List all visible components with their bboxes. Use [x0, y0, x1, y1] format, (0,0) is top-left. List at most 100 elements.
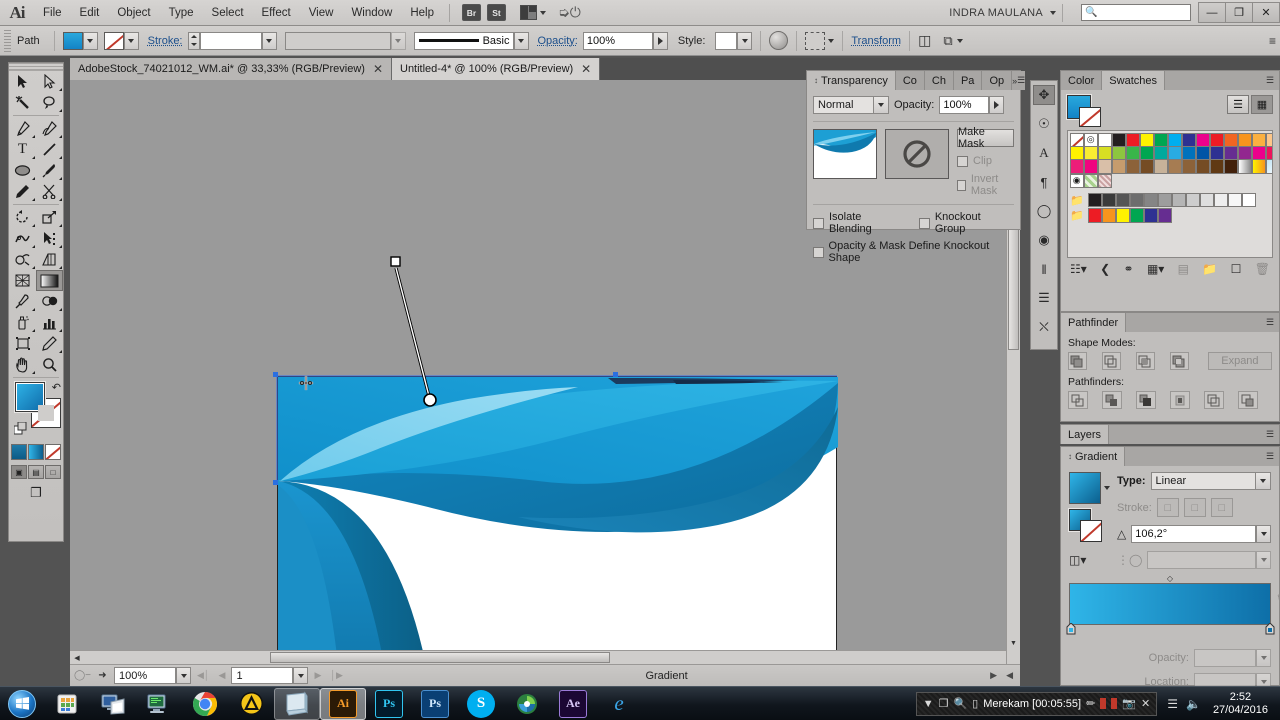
swatch-color[interactable]	[1139, 132, 1154, 147]
swatch-color[interactable]	[1167, 145, 1182, 161]
swatch-gradient[interactable]	[1251, 159, 1266, 174]
list-view-icon[interactable]: ☰	[1227, 95, 1249, 114]
knockout-group-checkbox[interactable]	[918, 217, 930, 229]
volume-icon[interactable]: 🔈	[1182, 697, 1205, 711]
swatch-bright[interactable]	[1143, 208, 1158, 223]
tab-color-guide[interactable]: Ch	[924, 71, 954, 90]
gradient-slider[interactable]: ◇ 🗑	[1066, 574, 1280, 635]
network-icon[interactable]: ☰	[1163, 697, 1182, 711]
stroke-label[interactable]: Stroke:	[148, 35, 183, 47]
next-artboard-button[interactable]: ▶	[311, 670, 324, 681]
tool-selection[interactable]	[9, 71, 36, 92]
swatch-bright[interactable]	[1115, 208, 1130, 223]
swatch-registration[interactable]: ◎	[1083, 132, 1098, 147]
gradient-aspect-control[interactable]	[1147, 551, 1271, 569]
swatch-options-icon[interactable]: ▦▾	[1147, 262, 1164, 276]
swatch-color[interactable]	[1195, 159, 1210, 174]
opacity-control[interactable]: 100%	[582, 31, 668, 50]
knockout-shape-checkbox[interactable]	[813, 246, 824, 258]
artboard-number-control[interactable]: 1	[231, 667, 309, 684]
start-button[interactable]	[0, 688, 44, 720]
fill-swatch[interactable]	[62, 31, 83, 50]
aspect-dropdown[interactable]	[1256, 551, 1271, 569]
document-tab-untitled-4[interactable]: Untitled-4* @ 100% (RGB/Preview) ✕	[392, 58, 601, 80]
tool-eyedropper[interactable]	[9, 291, 36, 312]
bridge-button[interactable]: Br	[462, 4, 481, 21]
stroke-swatch[interactable]	[1079, 107, 1101, 127]
color-button[interactable]	[11, 444, 27, 460]
grid-view-icon[interactable]: ▦	[1251, 95, 1273, 114]
stroke-weight-stepper[interactable]	[187, 31, 200, 50]
taskbar-item-skype[interactable]: S	[458, 688, 504, 720]
align-icon[interactable]: ‖	[1033, 259, 1055, 279]
swatch-color[interactable]	[1181, 159, 1196, 174]
angle-dropdown[interactable]	[1256, 525, 1271, 543]
isolate-blending-checkbox[interactable]	[813, 217, 824, 229]
gradient-opacity-field[interactable]	[1194, 649, 1256, 667]
swatch-gray[interactable]	[1213, 193, 1228, 208]
trim-button[interactable]	[1102, 391, 1122, 409]
brush-definition-control[interactable]: Basic	[413, 31, 529, 50]
merge-button[interactable]	[1136, 391, 1156, 409]
stroke-profile-control[interactable]	[284, 31, 406, 50]
swatch-gray[interactable]	[1157, 193, 1172, 208]
delete-stop-icon[interactable]: 🗑	[1276, 593, 1280, 607]
swatch-color[interactable]	[1111, 145, 1126, 161]
tool-line-segment[interactable]	[36, 139, 63, 160]
graphic-style-swatch[interactable]	[715, 31, 738, 50]
swatch-color[interactable]	[1069, 145, 1084, 161]
taskbar-item-chrome[interactable]	[182, 688, 228, 720]
swatch-color[interactable]	[1265, 132, 1272, 147]
gradient-midpoint-handle[interactable]: ◇	[1167, 574, 1173, 583]
menu-view[interactable]: View	[300, 0, 343, 26]
taskbar-clock[interactable]: 2:52 27/04/2016	[1205, 691, 1276, 717]
brushes-icon[interactable]: ✥	[1033, 85, 1055, 105]
select-similar-icon[interactable]	[805, 31, 826, 50]
panel-options-menu-icon[interactable]: ☰	[1261, 313, 1279, 332]
swatch-color[interactable]	[1097, 145, 1112, 161]
anchor-point[interactable]	[273, 480, 278, 485]
taskbar-item-explorer[interactable]	[90, 688, 136, 720]
swatch-color[interactable]	[1097, 159, 1112, 174]
taskbar-item-photoshop[interactable]: Ps	[366, 688, 412, 720]
invert-mask-checkbox[interactable]	[957, 179, 966, 191]
swatch-black[interactable]	[1111, 132, 1126, 147]
opacity-field[interactable]: 100%	[582, 31, 653, 50]
menu-type[interactable]: Type	[160, 0, 203, 26]
new-color-group-icon[interactable]: 📁	[1202, 262, 1217, 276]
artboards-icon[interactable]: ⛌	[1033, 317, 1055, 337]
scroll-down-icon[interactable]: ▼	[1007, 636, 1020, 650]
tool-gradient[interactable]	[36, 270, 63, 291]
swatch-color[interactable]	[1167, 132, 1182, 147]
swatch-gradient[interactable]	[1237, 159, 1252, 174]
outline-button[interactable]	[1204, 391, 1224, 409]
swatch-gray[interactable]	[1143, 193, 1158, 208]
stroke-gradient-across-button[interactable]: □	[1210, 498, 1233, 517]
tool-hand[interactable]	[9, 354, 36, 375]
zoom-level-control[interactable]: 100%	[114, 667, 191, 684]
previous-artboard-button[interactable]: ◀	[216, 670, 229, 681]
zoom-field[interactable]: 100%	[114, 667, 176, 684]
fill-dropdown-button[interactable]	[82, 31, 98, 50]
tool-type[interactable]: T	[9, 139, 36, 160]
appearance-icon[interactable]: ◯	[1033, 201, 1055, 221]
tab-color[interactable]: Co	[895, 71, 925, 90]
reverse-gradient-icon[interactable]: ◫▾	[1069, 553, 1111, 567]
canvas-horizontal-scrollbar[interactable]: ◀	[70, 650, 1006, 664]
close-icon[interactable]: ✕	[581, 63, 591, 75]
transform-icon[interactable]: ☰	[1033, 288, 1055, 308]
artwork-thumbnail[interactable]	[813, 129, 877, 179]
gradient-button[interactable]	[28, 444, 44, 460]
pen-icon[interactable]: ✏	[1086, 697, 1095, 710]
fill-color-control[interactable]	[62, 31, 98, 50]
swatch-color[interactable]	[1237, 132, 1252, 147]
taskbar-item-idm[interactable]	[504, 688, 550, 720]
control-bar-menu-icon[interactable]: ≡	[1269, 34, 1276, 48]
tool-blend[interactable]	[36, 291, 63, 312]
share-on-behance-icon[interactable]: ➜	[94, 668, 111, 684]
swatch-list[interactable]: ◎ ◉ 📁 📁	[1067, 130, 1273, 258]
tool-scale[interactable]	[36, 207, 63, 228]
opacity-label[interactable]: Opacity:	[538, 35, 578, 47]
menu-select[interactable]: Select	[203, 0, 253, 26]
swatch-color[interactable]	[1153, 132, 1168, 147]
